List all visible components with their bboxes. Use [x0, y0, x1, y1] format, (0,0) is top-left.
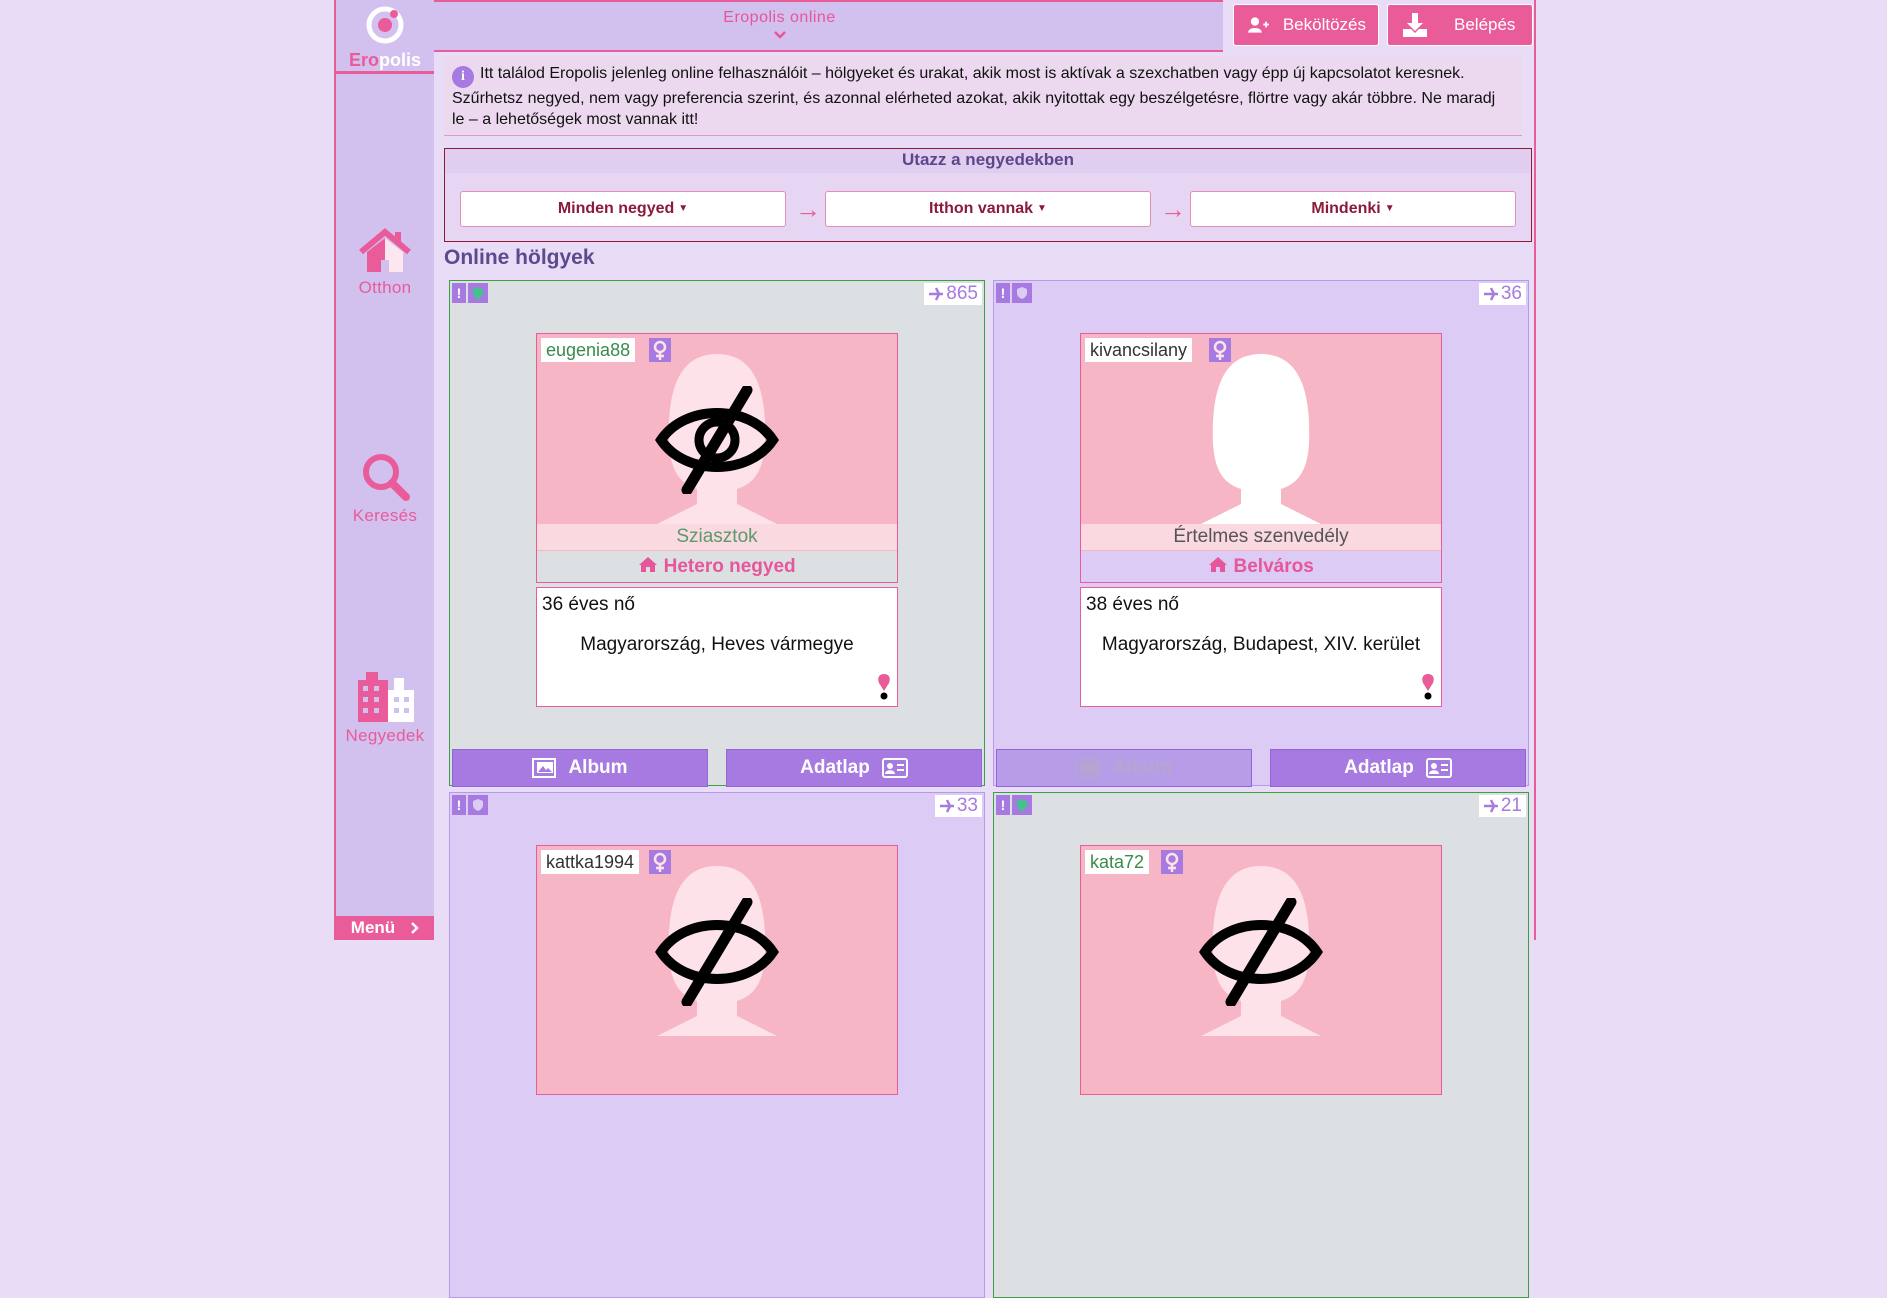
- sidebar-item-home[interactable]: Otthon: [336, 228, 434, 298]
- plane-icon: [1483, 287, 1498, 301]
- profile-photo[interactable]: eugenia88 Sziasztok Hetero negyed: [536, 333, 898, 583]
- album-icon: [1076, 758, 1101, 778]
- shield-icon: [468, 283, 488, 303]
- plane-icon: [929, 287, 944, 301]
- id-card-icon: [881, 758, 908, 778]
- logo[interactable]: Eropolis: [336, 0, 434, 74]
- female-icon: [649, 338, 671, 362]
- plane-icon: [939, 799, 954, 813]
- profile-card: ! 21 kata72: [993, 792, 1529, 1298]
- hidden-eye-icon: [655, 386, 779, 494]
- username[interactable]: kattka1994: [541, 850, 640, 874]
- download-icon: [1403, 13, 1427, 37]
- sidebar-item-label: Otthon: [358, 278, 412, 297]
- age-gender: 38 éves nő: [1086, 594, 1179, 615]
- top-bar: Eropolis online: [336, 0, 1223, 52]
- female-icon: [1209, 338, 1231, 362]
- buildings-icon: [358, 672, 414, 722]
- sidebar-item-districts[interactable]: Negyedek: [336, 670, 434, 746]
- report-icon[interactable]: !: [452, 795, 466, 815]
- report-icon[interactable]: !: [452, 283, 466, 303]
- profile-button[interactable]: Adatlap: [726, 749, 982, 787]
- hidden-eye-icon: [655, 898, 779, 1006]
- profile-button[interactable]: Adatlap: [1270, 749, 1526, 787]
- motto: Értelmes szenvedély: [1081, 524, 1441, 550]
- female-icon: [649, 850, 671, 874]
- arrow-icon: →: [795, 194, 821, 224]
- info-box: i Itt találod Eropolis jelenleg online fe…: [444, 56, 1522, 136]
- search-icon: [363, 454, 410, 501]
- visits-count: 21: [1478, 795, 1526, 817]
- district-select[interactable]: Minden negyed ▼: [460, 191, 786, 227]
- logo-icon: [366, 6, 404, 44]
- travel-title: Utazz a negyedekben: [445, 149, 1531, 173]
- profile-photo[interactable]: kattka1994: [536, 845, 898, 1095]
- profile-card: ! 865 eugenia88 Sziasztok Hetero negyed …: [449, 280, 985, 787]
- report-icon[interactable]: !: [996, 795, 1010, 815]
- online-title[interactable]: Eropolis online: [336, 9, 1223, 27]
- status-select[interactable]: Itthon vannak ▼: [825, 191, 1151, 227]
- pin-icon: [1422, 674, 1434, 700]
- username[interactable]: kivancsilany: [1085, 338, 1193, 362]
- login-label: Belépés: [1454, 15, 1516, 34]
- location: Magyarország, Heves vármegye: [580, 634, 854, 655]
- female-icon: [1161, 850, 1183, 874]
- district-link[interactable]: Belváros: [1081, 551, 1441, 582]
- home-icon: [639, 557, 658, 572]
- username[interactable]: eugenia88: [541, 338, 636, 362]
- shield-icon: [1012, 795, 1032, 815]
- profile-details: 36 éves nő Magyarország, Heves vármegye: [536, 587, 898, 707]
- info-icon: i: [452, 66, 474, 88]
- sidebar-item-label: Keresés: [352, 506, 418, 525]
- gender-select[interactable]: Mindenki ▼: [1190, 191, 1516, 227]
- section-title: Online hölgyek: [444, 246, 595, 269]
- username[interactable]: kata72: [1085, 850, 1150, 874]
- main-content: i Itt találod Eropolis jelenleg online fe…: [436, 50, 1532, 1298]
- age-gender: 36 éves nő: [542, 594, 635, 615]
- arrow-icon: →: [1160, 194, 1186, 224]
- menu-label: Menü: [350, 918, 396, 937]
- album-button[interactable]: Album: [452, 749, 708, 787]
- login-button[interactable]: Belépés: [1387, 4, 1533, 46]
- plane-icon: [1483, 799, 1498, 813]
- album-button: Album: [996, 749, 1252, 787]
- logo-text: Eropolis: [348, 50, 422, 70]
- shield-icon: [468, 795, 488, 815]
- album-icon: [532, 758, 557, 778]
- home-icon: [1209, 557, 1228, 572]
- profile-photo[interactable]: kivancsilany Értelmes szenvedély Belváro…: [1080, 333, 1442, 583]
- move-in-label: Beköltözés: [1282, 15, 1366, 34]
- location: Magyarország, Budapest, XIV. kerület: [1101, 634, 1421, 655]
- report-icon[interactable]: !: [996, 283, 1010, 303]
- profile-details: 38 éves nő Magyarország, Budapest, XIV. …: [1080, 587, 1442, 707]
- move-in-button[interactable]: Beköltözés: [1233, 4, 1379, 46]
- visits-count: 36: [1478, 283, 1526, 305]
- visits-count: 865: [924, 283, 982, 305]
- profile-card: ! 36 kivancsilany Értelmes szenvedély Be…: [993, 280, 1529, 787]
- home-icon: [359, 228, 411, 272]
- menu-button[interactable]: Menü: [336, 916, 434, 940]
- profile-photo[interactable]: kata72: [1080, 845, 1442, 1095]
- sidebar-item-label: Negyedek: [345, 726, 425, 745]
- motto: Sziasztok: [537, 524, 897, 550]
- visits-count: 33: [934, 795, 982, 817]
- chevron-down-icon[interactable]: [773, 30, 786, 40]
- sidebar-item-search[interactable]: Keresés: [336, 450, 434, 526]
- district-link[interactable]: Hetero negyed: [537, 551, 897, 582]
- profile-card: ! 33 kattka1994: [449, 792, 985, 1298]
- id-card-icon: [1425, 758, 1452, 778]
- avatar-silhouette: [1201, 354, 1321, 524]
- chevron-right-icon: [411, 922, 419, 934]
- info-text: Itt találod Eropolis jelenleg online fel…: [452, 65, 1496, 128]
- pin-icon: [878, 674, 890, 700]
- shield-icon: [1012, 283, 1032, 303]
- hidden-eye-icon: [1199, 898, 1323, 1006]
- add-user-icon: [1248, 17, 1269, 33]
- district-travel-panel: Utazz a negyedekben Minden negyed ▼ → Itt…: [444, 148, 1532, 242]
